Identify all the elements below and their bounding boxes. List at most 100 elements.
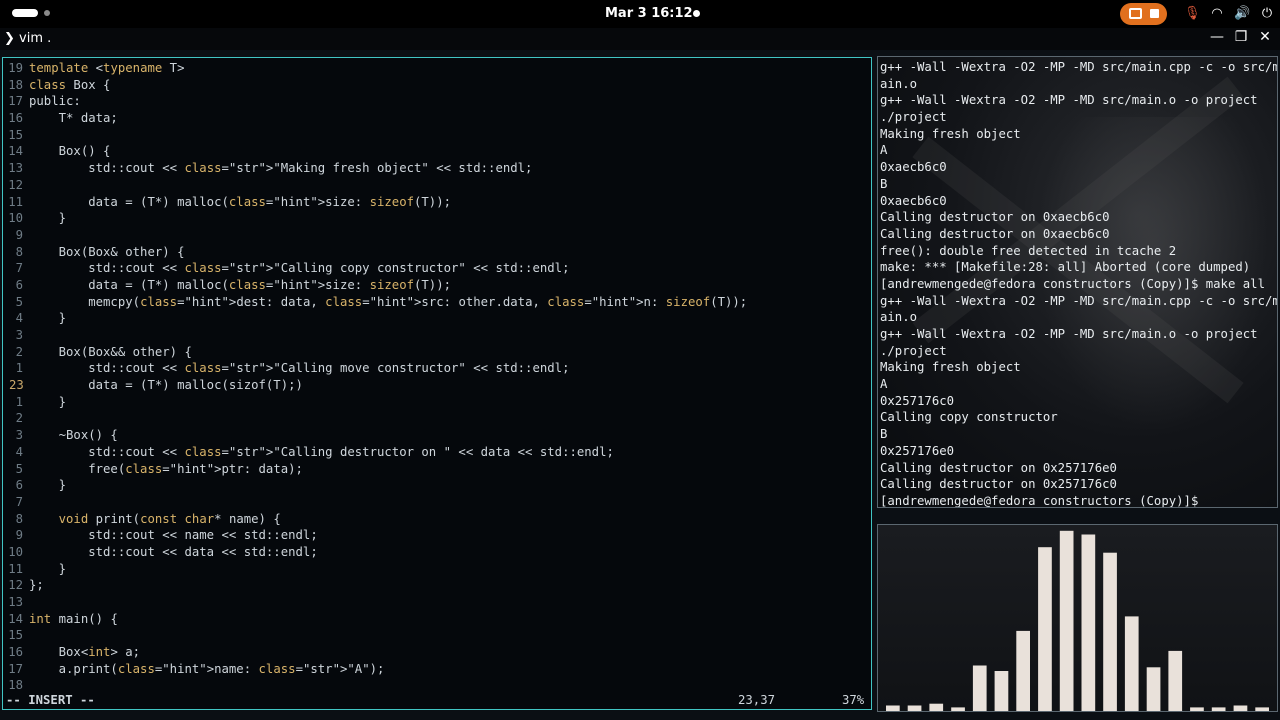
code-text[interactable]: std::cout << class="str">"Calling move c… (29, 361, 569, 375)
code-line[interactable]: 16 T* data; (3, 110, 871, 127)
code-line[interactable]: 8 Box(Box& other) { (3, 244, 871, 261)
code-line[interactable]: 6 data = (T*) malloc(class="hint">size: … (3, 277, 871, 294)
close-icon[interactable]: ✕ (1258, 29, 1272, 45)
code-line[interactable]: 9 std::cout << name << std::endl; (3, 527, 871, 544)
code-text[interactable]: } (29, 478, 66, 492)
terminal-line: Calling destructor on 0x257176c0 (880, 477, 1117, 492)
code-line[interactable]: 7 (3, 494, 871, 511)
activities-button[interactable] (12, 9, 50, 17)
terminal-line: A (880, 377, 888, 392)
terminal-pane[interactable]: g++ -Wall -Wextra -O2 -MP -MD src/main.c… (877, 56, 1278, 508)
code-text[interactable]: data = (T*) malloc(sizof(T);) (29, 378, 303, 392)
code-line[interactable]: 3 ~Box() { (3, 427, 871, 444)
visualizer-bar (929, 703, 944, 711)
code-line[interactable]: 13 std::cout << class="str">"Making fres… (3, 160, 871, 177)
code-line[interactable]: 16 Box<int> a; (3, 644, 871, 661)
code-line[interactable]: 8 void print(const char* name) { (3, 511, 871, 528)
code-text[interactable]: int main() { (29, 612, 118, 626)
code-text[interactable]: Box(Box&& other) { (29, 345, 192, 359)
terminal-line: [andrewmengede@fedora constructors (Copy… (880, 493, 1206, 508)
terminal-line: [andrewmengede@fedora constructors (Copy… (880, 276, 1265, 291)
code-text[interactable]: void print(const char* name) { (29, 512, 281, 526)
code-line[interactable]: 2 (3, 410, 871, 427)
code-line[interactable]: 14 Box() { (3, 143, 871, 160)
code-line[interactable]: 1 } (3, 394, 871, 411)
code-text[interactable]: class Box { (29, 78, 110, 92)
visualizer-bars (886, 530, 1269, 711)
code-line[interactable]: 12 (3, 177, 871, 194)
code-line[interactable]: 11 } (3, 561, 871, 578)
code-line[interactable]: 6 } (3, 477, 871, 494)
code-text[interactable]: } (29, 562, 66, 576)
code-text[interactable]: }; (29, 578, 44, 592)
vim-editor-pane[interactable]: 19 template <typename T> 18 class Box {17 pu… (2, 57, 872, 710)
code-text[interactable]: std::cout << class="str">"Making fresh o… (29, 161, 532, 175)
terminal-line: ain.o (880, 76, 918, 91)
code-text[interactable]: memcpy(class="hint">dest: data, class="h… (29, 295, 747, 309)
code-line[interactable]: 13 (3, 594, 871, 611)
vim-status-line: -- INSERT -- 23,37 37% (2, 692, 872, 709)
code-text[interactable]: template <typename T> (29, 61, 185, 75)
system-tray[interactable]: 🎙 ◠ 🔊 ⏻ (1184, 6, 1275, 21)
code-text[interactable]: } (29, 311, 66, 325)
code-line[interactable]: 10 std::cout << data << std::endl; (3, 544, 871, 561)
notification-dot-icon (693, 10, 700, 17)
code-line[interactable]: 9 (3, 227, 871, 244)
code-line[interactable]: 15 (3, 127, 871, 144)
code-text[interactable]: std::cout << class="str">"Calling destru… (29, 445, 614, 459)
line-number: 12 (8, 177, 23, 192)
code-text[interactable]: } (29, 211, 66, 225)
maximize-icon[interactable]: ❐ (1234, 29, 1248, 45)
code-text[interactable]: std::cout << class="str">"Calling copy c… (29, 261, 569, 275)
code-text[interactable]: ~Box() { (29, 428, 118, 442)
code-text[interactable]: T* data; (29, 111, 118, 125)
code-line[interactable]: 5 free(class="hint">ptr: data); (3, 461, 871, 478)
line-number: 2 (15, 411, 23, 426)
code-line[interactable]: 5 memcpy(class="hint">dest: data, class=… (3, 294, 871, 311)
cursor-position: 23,37 (738, 693, 776, 707)
visualizer-bar (1016, 630, 1030, 711)
code-text[interactable]: } (29, 395, 66, 409)
code-text[interactable]: Box<int> a; (29, 645, 140, 659)
code-line[interactable]: 17 a.print(class="hint">name: class="str… (3, 661, 871, 678)
line-number: 11 (8, 194, 23, 209)
terminal-line: make: *** [Makefile:28: all] Aborted (co… (880, 260, 1251, 275)
code-line[interactable]: 15 (3, 627, 871, 644)
code-line[interactable]: 12}; (3, 577, 871, 594)
terminal-window-header: ❯ vim . — ❐ ✕ (0, 28, 1280, 50)
line-number: 1 (15, 361, 23, 376)
code-line[interactable]: 7 std::cout << class="str">"Calling copy… (3, 260, 871, 277)
code-text[interactable]: Box(Box& other) { (29, 245, 185, 259)
code-line[interactable]: 14 int main() { (3, 611, 871, 628)
code-text[interactable]: a.print(class="hint">name: class="str">"… (29, 662, 385, 676)
code-line[interactable]: 19 template <typename T> (3, 60, 871, 77)
code-text[interactable]: std::cout << name << std::endl; (29, 528, 318, 542)
code-line[interactable]: 4 } (3, 310, 871, 327)
code-line[interactable]: 11 data = (T*) malloc(class="hint">size:… (3, 194, 871, 211)
terminal-line: Calling destructor on 0xaecb6c0 (880, 210, 1110, 225)
code-line[interactable]: 2 Box(Box&& other) { (3, 344, 871, 361)
line-number: 12 (8, 578, 23, 593)
visualizer-bar (1190, 707, 1204, 711)
stop-icon[interactable] (1150, 9, 1159, 18)
terminal-output[interactable]: g++ -Wall -Wextra -O2 -MP -MD src/main.c… (880, 59, 1277, 508)
code-text[interactable]: free(class="hint">ptr: data); (29, 462, 303, 476)
clock[interactable]: Mar 3 16:12 (605, 6, 693, 21)
code-text[interactable]: data = (T*) malloc(class="hint">size: si… (29, 278, 451, 292)
code-line-current[interactable]: 23 data = (T*) malloc(sizof(T);) (3, 377, 871, 394)
screen-recording-indicator[interactable] (1120, 3, 1167, 25)
code-line[interactable]: 4 std::cout << class="str">"Calling dest… (3, 444, 871, 461)
code-line[interactable]: 10 } (3, 210, 871, 227)
line-number: 3 (15, 328, 23, 342)
line-number: 9 (15, 528, 23, 543)
minimize-icon[interactable]: — (1210, 29, 1224, 45)
code-text[interactable]: data = (T*) malloc(class="hint">size: si… (29, 195, 451, 209)
code-buffer[interactable]: 19 template <typename T> 18 class Box {17 pu… (3, 60, 871, 694)
code-line[interactable]: 3 (3, 327, 871, 344)
code-line[interactable]: 18 class Box { (3, 77, 871, 94)
code-text[interactable]: std::cout << data << std::endl; (29, 545, 318, 559)
code-text[interactable]: public: (29, 94, 81, 108)
code-text[interactable]: Box() { (29, 144, 111, 158)
code-line[interactable]: 17 public: (3, 93, 871, 110)
code-line[interactable]: 1 std::cout << class="str">"Calling move… (3, 360, 871, 377)
